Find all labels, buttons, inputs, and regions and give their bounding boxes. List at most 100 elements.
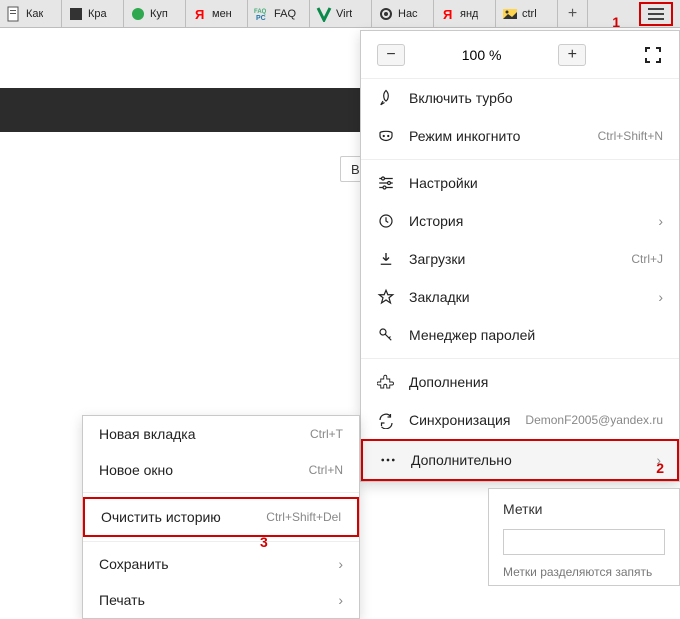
sub-menu: Новая вкладка Ctrl+T Новое окно Ctrl+N О… [82,415,360,619]
chevron-right-icon: › [338,556,343,572]
menu-item-incognito[interactable]: Режим инкогнито Ctrl+Shift+N [361,117,679,155]
chevron-right-icon: › [658,213,663,229]
menu-label: Закладки [409,289,644,305]
menu-label: Режим инкогнито [409,128,584,144]
tab-title: Virt [336,8,352,20]
menu-label: История [409,213,644,229]
menu-item-downloads[interactable]: Загрузки Ctrl+J [361,240,679,278]
chevron-right-icon: › [658,289,663,305]
tab-5[interactable]: Virt [310,0,372,27]
tab-title: FAQ [274,8,296,20]
zoom-level: 100 % [462,47,502,63]
tab-title: ctrl [522,8,537,20]
submenu-separator [83,492,359,493]
main-menu: − 100 % + Включить турбо Режим инкогнито… [360,30,680,482]
submenu-item-clear-history[interactable]: Очистить историю Ctrl+Shift+Del [83,497,359,537]
tab-title: янд [460,8,478,20]
favicon-picture-icon [502,6,518,22]
favicon-page-icon [6,6,22,22]
download-icon [377,250,395,268]
submenu-label: Очистить историю [101,509,266,525]
submenu-label: Сохранить [99,556,338,572]
menu-label: Включить турбо [409,90,663,106]
tab-3[interactable]: Ямен [186,0,248,27]
tab-1[interactable]: Кра [62,0,124,27]
menu-item-addons[interactable]: Дополнения [361,363,679,401]
submenu-item-new-window[interactable]: Новое окно Ctrl+N [83,452,359,488]
callout-2: 2 [656,460,664,476]
callout-3: 3 [260,534,268,550]
panel-title: Метки [503,501,665,517]
menu-label: Дополнения [409,374,663,390]
submenu-shortcut: Ctrl+T [310,427,343,441]
chevron-right-icon: › [338,592,343,608]
zoom-row: − 100 % + [361,31,679,79]
submenu-shortcut: Ctrl+Shift+Del [266,510,341,524]
tab-spacer [588,0,632,27]
new-tab-button[interactable]: + [558,0,588,27]
clock-icon [377,212,395,230]
mask-icon [377,127,395,145]
submenu-item-new-tab[interactable]: Новая вкладка Ctrl+T [83,416,359,452]
dots-icon [379,451,397,469]
submenu-shortcut: Ctrl+N [309,463,343,477]
tab-6[interactable]: Нас [372,0,434,27]
tab-title: Как [26,8,43,20]
menu-item-sync[interactable]: Синхронизация DemonF2005@yandex.ru [361,401,679,439]
menu-shortcut: Ctrl+J [631,252,663,266]
menu-item-history[interactable]: История › [361,202,679,240]
submenu-label: Печать [99,592,338,608]
favicon-globe-icon [130,6,146,22]
favicon-yandex-icon: Я [440,6,456,22]
tab-8[interactable]: ctrl [496,0,558,27]
zoom-out-button[interactable]: − [377,44,405,66]
puzzle-icon [377,373,395,391]
tab-title: мен [212,8,232,20]
menu-button[interactable] [639,2,673,26]
panel-hint: Метки разделяются запять [503,565,665,579]
menu-item-settings[interactable]: Настройки [361,164,679,202]
menu-label: Дополнительно [411,452,642,468]
svg-text:PC: PC [256,15,266,22]
menu-shortcut: Ctrl+Shift+N [598,129,663,143]
tab-2[interactable]: Куп [124,0,186,27]
zoom-in-button[interactable]: + [558,44,586,66]
tab-4[interactable]: FAQPC FAQ [248,0,310,27]
favicon-gear-icon [378,6,394,22]
key-icon [377,326,395,344]
tab-0[interactable]: Как [0,0,62,27]
labels-input[interactable] [503,529,665,555]
svg-text:Я: Я [443,7,452,22]
sliders-icon [377,174,395,192]
submenu-item-print[interactable]: Печать › [83,582,359,618]
star-outline-icon [377,288,395,306]
menu-label: Менеджер паролей [409,327,663,343]
favicon-virt-icon [316,6,332,22]
sync-icon [377,411,395,429]
tab-title: Куп [150,8,168,20]
hamburger-wrap [632,0,680,27]
callout-1: 1 [612,14,620,30]
tab-title: Нас [398,8,418,20]
menu-separator [361,358,679,359]
submenu-item-save[interactable]: Сохранить › [83,546,359,582]
rocket-icon [377,89,395,107]
menu-item-more[interactable]: Дополнительно › [361,439,679,481]
menu-label: Загрузки [409,251,617,267]
menu-label: Синхронизация [409,412,511,428]
menu-item-passwords[interactable]: Менеджер паролей [361,316,679,354]
menu-separator [361,159,679,160]
svg-text:Я: Я [195,7,204,22]
favicon-faq-icon: FAQPC [254,6,270,22]
tab-7[interactable]: Яянд [434,0,496,27]
fullscreen-button[interactable] [643,45,663,65]
favicon-yandex-icon: Я [192,6,208,22]
favicon-page-dark-icon [68,6,84,22]
menu-label: Настройки [409,175,663,191]
menu-hint: DemonF2005@yandex.ru [525,413,663,427]
menu-item-bookmarks[interactable]: Закладки › [361,278,679,316]
menu-item-turbo[interactable]: Включить турбо [361,79,679,117]
submenu-label: Новое окно [99,462,309,478]
submenu-label: Новая вкладка [99,426,310,442]
labels-panel: Метки Метки разделяются запять [488,488,680,586]
